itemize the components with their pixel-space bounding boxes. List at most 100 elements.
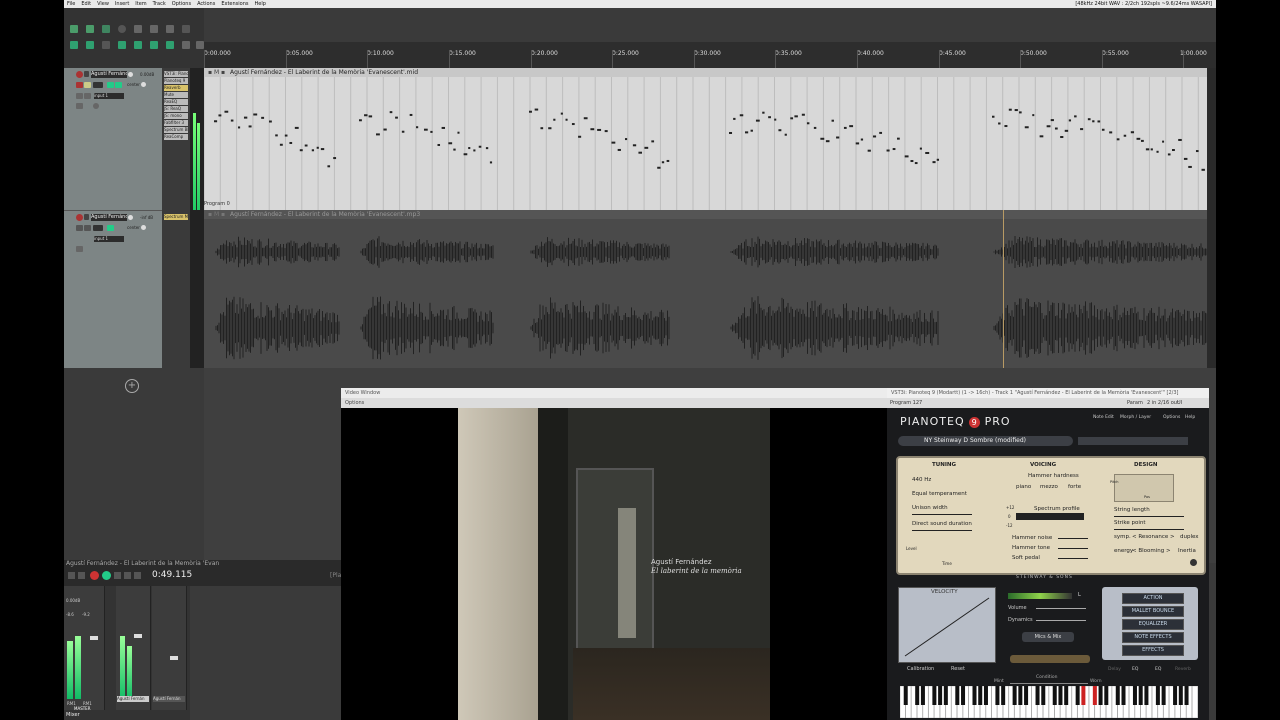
snap-icon[interactable] <box>102 41 110 49</box>
record-arm-button[interactable] <box>76 214 83 221</box>
arrange-scrollbar[interactable] <box>1207 68 1216 368</box>
fx-button[interactable] <box>107 225 114 231</box>
grid-icon[interactable] <box>70 41 78 49</box>
fx-slot[interactable]: VST3i: Pianoteq <box>164 71 188 77</box>
lock-icon[interactable] <box>182 41 190 49</box>
automation-button[interactable] <box>76 103 83 109</box>
timeline-ruler[interactable]: 0:00.000 0:05.000 0:10.000 0:15.000 0:20… <box>204 42 1216 69</box>
menu-track[interactable]: Track <box>150 0 169 8</box>
reset-button[interactable]: Reset <box>951 666 965 672</box>
track-name[interactable]: Agustí Fernánd <box>91 214 127 221</box>
item-grouping-icon[interactable] <box>134 41 142 49</box>
dynamics-slider[interactable] <box>1036 620 1086 621</box>
phase-button[interactable] <box>84 93 91 99</box>
tab-reverb[interactable]: Reverb <box>1175 667 1191 672</box>
empty-tcp-area[interactable] <box>64 368 204 563</box>
new-project-icon[interactable] <box>70 25 78 33</box>
record-icon[interactable] <box>90 571 99 580</box>
play-icon[interactable] <box>102 571 111 580</box>
envelope-button[interactable] <box>76 93 83 99</box>
strike-point-slider[interactable] <box>1114 529 1184 530</box>
io-button[interactable]: 2 in 2/16 out <box>1147 398 1179 408</box>
tab-options[interactable]: Options <box>1163 415 1180 420</box>
fx-slot[interactable]: Reaverb <box>164 85 188 91</box>
master-strip[interactable]: 0.00dB -8.6 -9.2 RM1 RM1 MASTER <box>64 586 105 711</box>
options-icon[interactable] <box>182 25 190 33</box>
redo-icon[interactable] <box>150 25 158 33</box>
ripple-edit-icon[interactable] <box>86 41 94 49</box>
fx-slot[interactable]: JS: mono <box>164 113 188 119</box>
fx-slot[interactable]: Pianoteq 9 <box>164 78 188 84</box>
solo-button[interactable] <box>84 82 91 88</box>
open-project-icon[interactable] <box>86 25 94 33</box>
undo-icon[interactable] <box>134 25 142 33</box>
mixer-strip-2[interactable]: Agustí Fernán <box>152 586 187 710</box>
track-1-header[interactable]: Agustí Fernández 0.00dB center input 1 <box>64 68 162 211</box>
hammer-noise-slider[interactable] <box>1058 538 1088 539</box>
strip-name[interactable]: Agustí Fernán <box>153 696 185 702</box>
tab-eq-2[interactable]: EQ <box>1155 667 1161 672</box>
add-track-icon[interactable]: + <box>125 379 139 393</box>
fx-slot[interactable]: ReaComp <box>164 134 188 140</box>
fx-slot[interactable]: Fabfilter 3 <box>164 120 188 126</box>
video-window-titlebar[interactable]: Video Window <box>341 388 887 398</box>
video-options-bar[interactable]: Options <box>341 398 887 408</box>
pan-knob[interactable] <box>141 225 146 230</box>
monitor-icon[interactable] <box>84 71 89 77</box>
equalizer-button[interactable]: EQUALIZER <box>1122 619 1184 630</box>
program-select[interactable]: Program 127 <box>890 400 922 406</box>
input-select[interactable]: input 1 <box>94 236 124 242</box>
tab-morph-layer[interactable]: Morph / Layer <box>1120 415 1151 420</box>
metronome-icon[interactable] <box>166 25 174 33</box>
free-position-button[interactable] <box>93 103 99 109</box>
tuning-temperament[interactable]: Equal temperament <box>912 491 967 497</box>
menu-edit[interactable]: Edit <box>78 0 94 8</box>
midi-item[interactable]: Program 0 <box>204 68 1207 210</box>
audio-item[interactable] <box>204 210 1207 368</box>
note-effects-button[interactable]: NOTE EFFECTS <box>1122 632 1184 643</box>
envelope-icon[interactable] <box>118 41 126 49</box>
save-project-icon[interactable] <box>102 25 110 33</box>
go-end-icon[interactable] <box>124 572 131 579</box>
stop-icon[interactable] <box>78 572 85 579</box>
param-button[interactable]: Param <box>1127 398 1143 408</box>
route-button[interactable] <box>93 225 103 231</box>
midi-item-header[interactable]: ▪ M ▪ Agustí Fernández - El Laberint de l… <box>204 68 1207 77</box>
calibration-button[interactable]: Calibration <box>907 666 934 672</box>
string-length-slider[interactable] <box>1114 516 1184 517</box>
fx-bypass-button[interactable] <box>115 82 122 88</box>
audio-device-status[interactable]: [48kHz 24bit WAV : 2/2ch 192spls ~9.6/24… <box>1075 0 1212 8</box>
menu-extensions[interactable]: Extensions <box>218 0 251 8</box>
menu-item[interactable]: Item <box>132 0 149 8</box>
go-start-icon[interactable] <box>68 572 75 579</box>
solo-button[interactable] <box>84 225 91 231</box>
direct-sound-slider[interactable] <box>912 530 972 531</box>
loop-icon[interactable] <box>166 41 174 49</box>
mallet-bounce-button[interactable]: MALLET BOUNCE <box>1122 606 1184 617</box>
velocity-curve-panel[interactable]: VELOCITY <box>898 587 996 663</box>
action-button[interactable]: ACTION <box>1122 593 1184 604</box>
fx-slot[interactable]: Spectrum Mix <box>164 214 188 220</box>
mute-button[interactable] <box>76 225 83 231</box>
master-fader[interactable] <box>90 636 98 640</box>
repeat-icon[interactable] <box>134 572 141 579</box>
input-select[interactable]: input 1 <box>94 93 124 99</box>
project-settings-icon[interactable] <box>118 25 126 33</box>
record-arm-button[interactable] <box>76 71 83 78</box>
video-options-menu[interactable]: Options <box>345 400 364 406</box>
time-display[interactable]: 0:49.115 <box>152 570 192 580</box>
volume-slider[interactable] <box>1036 608 1086 609</box>
fx-slot[interactable]: ReaEQ <box>164 99 188 105</box>
effects-button[interactable]: EFFECTS <box>1122 645 1184 656</box>
fx-slot[interactable]: JS: ReaQ <box>164 106 188 112</box>
menu-options[interactable]: Options <box>169 0 194 8</box>
strip-fader[interactable] <box>170 656 178 660</box>
design-power-icon[interactable] <box>1190 559 1197 566</box>
mixer-tab[interactable]: Mixer <box>66 712 80 718</box>
menu-view[interactable]: View <box>94 0 112 8</box>
route-button[interactable] <box>93 82 103 88</box>
ui-button[interactable]: UI <box>1177 398 1182 408</box>
preset-selector[interactable]: NY Steinway D Sombre (modified) <box>898 436 1073 446</box>
volume-knob[interactable] <box>128 215 133 220</box>
condition-slider[interactable] <box>1010 683 1088 684</box>
